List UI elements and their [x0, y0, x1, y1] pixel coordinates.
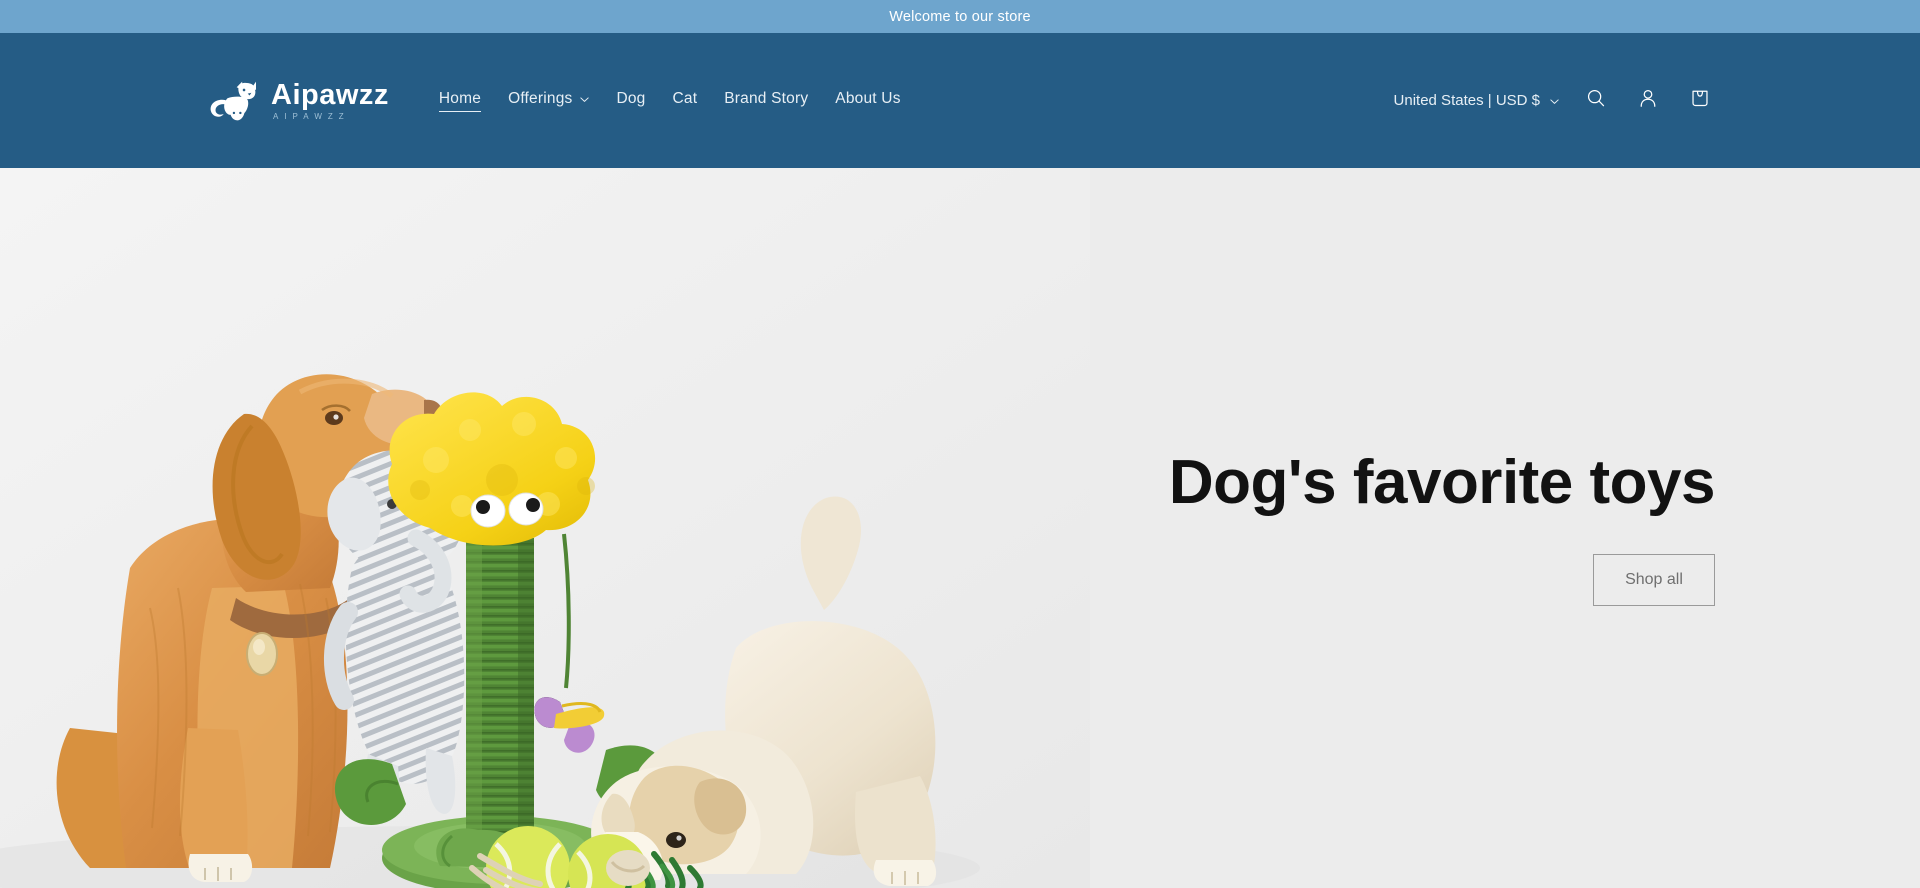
account-button[interactable] — [1633, 86, 1663, 116]
nav-item-brand-story-label: Brand Story — [724, 90, 809, 107]
search-icon — [1585, 87, 1607, 114]
logo-wordmark: Aipawzz — [271, 78, 389, 111]
primary-navigation: Home Offerings Dog Cat Brand Story About… — [438, 89, 901, 112]
shopping-bag-icon — [1689, 87, 1711, 114]
nav-item-home-label: Home — [438, 89, 482, 107]
site-logo[interactable]: Aipawzz AIPAWZZ — [205, 78, 389, 124]
account-person-icon — [1637, 87, 1659, 114]
nav-item-home[interactable]: Home — [438, 89, 482, 112]
nav-item-cat[interactable]: Cat — [673, 90, 698, 111]
hero-image — [0, 168, 1090, 888]
cat-dog-paw-logo-icon — [205, 78, 261, 124]
header-actions: United States | USD $ — [1394, 86, 1715, 116]
site-header: Aipawzz AIPAWZZ Home Offerings Dog Cat B… — [0, 33, 1920, 168]
chevron-down-icon — [1549, 94, 1559, 104]
hero-title: Dog's favorite toys — [1168, 448, 1716, 518]
hero-content: Dog's favorite toys Shop all — [1168, 168, 1716, 888]
announcement-text: Welcome to our store — [889, 8, 1031, 25]
chevron-down-icon — [579, 92, 590, 102]
cart-button[interactable] — [1685, 86, 1715, 116]
nav-item-offerings-label: Offerings — [508, 90, 573, 107]
announcement-bar: Welcome to our store — [0, 0, 1920, 33]
hero-banner: Dog's favorite toys Shop all — [0, 168, 1920, 888]
nav-item-brand-story[interactable]: Brand Story — [724, 90, 808, 111]
nav-item-dog[interactable]: Dog — [616, 90, 645, 111]
search-button[interactable] — [1581, 86, 1611, 116]
logo-tagline: AIPAWZZ — [273, 111, 350, 121]
country-currency-label: United States | USD $ — [1393, 92, 1540, 109]
nav-item-cat-label: Cat — [672, 90, 698, 107]
nav-item-offerings[interactable]: Offerings — [508, 90, 590, 111]
nav-item-about-us-label: About Us — [835, 90, 901, 107]
shop-all-button[interactable]: Shop all — [1593, 553, 1715, 606]
country-currency-selector[interactable]: United States | USD $ — [1394, 92, 1559, 109]
nav-item-about-us[interactable]: About Us — [835, 90, 900, 111]
nav-item-dog-label: Dog — [616, 90, 646, 107]
